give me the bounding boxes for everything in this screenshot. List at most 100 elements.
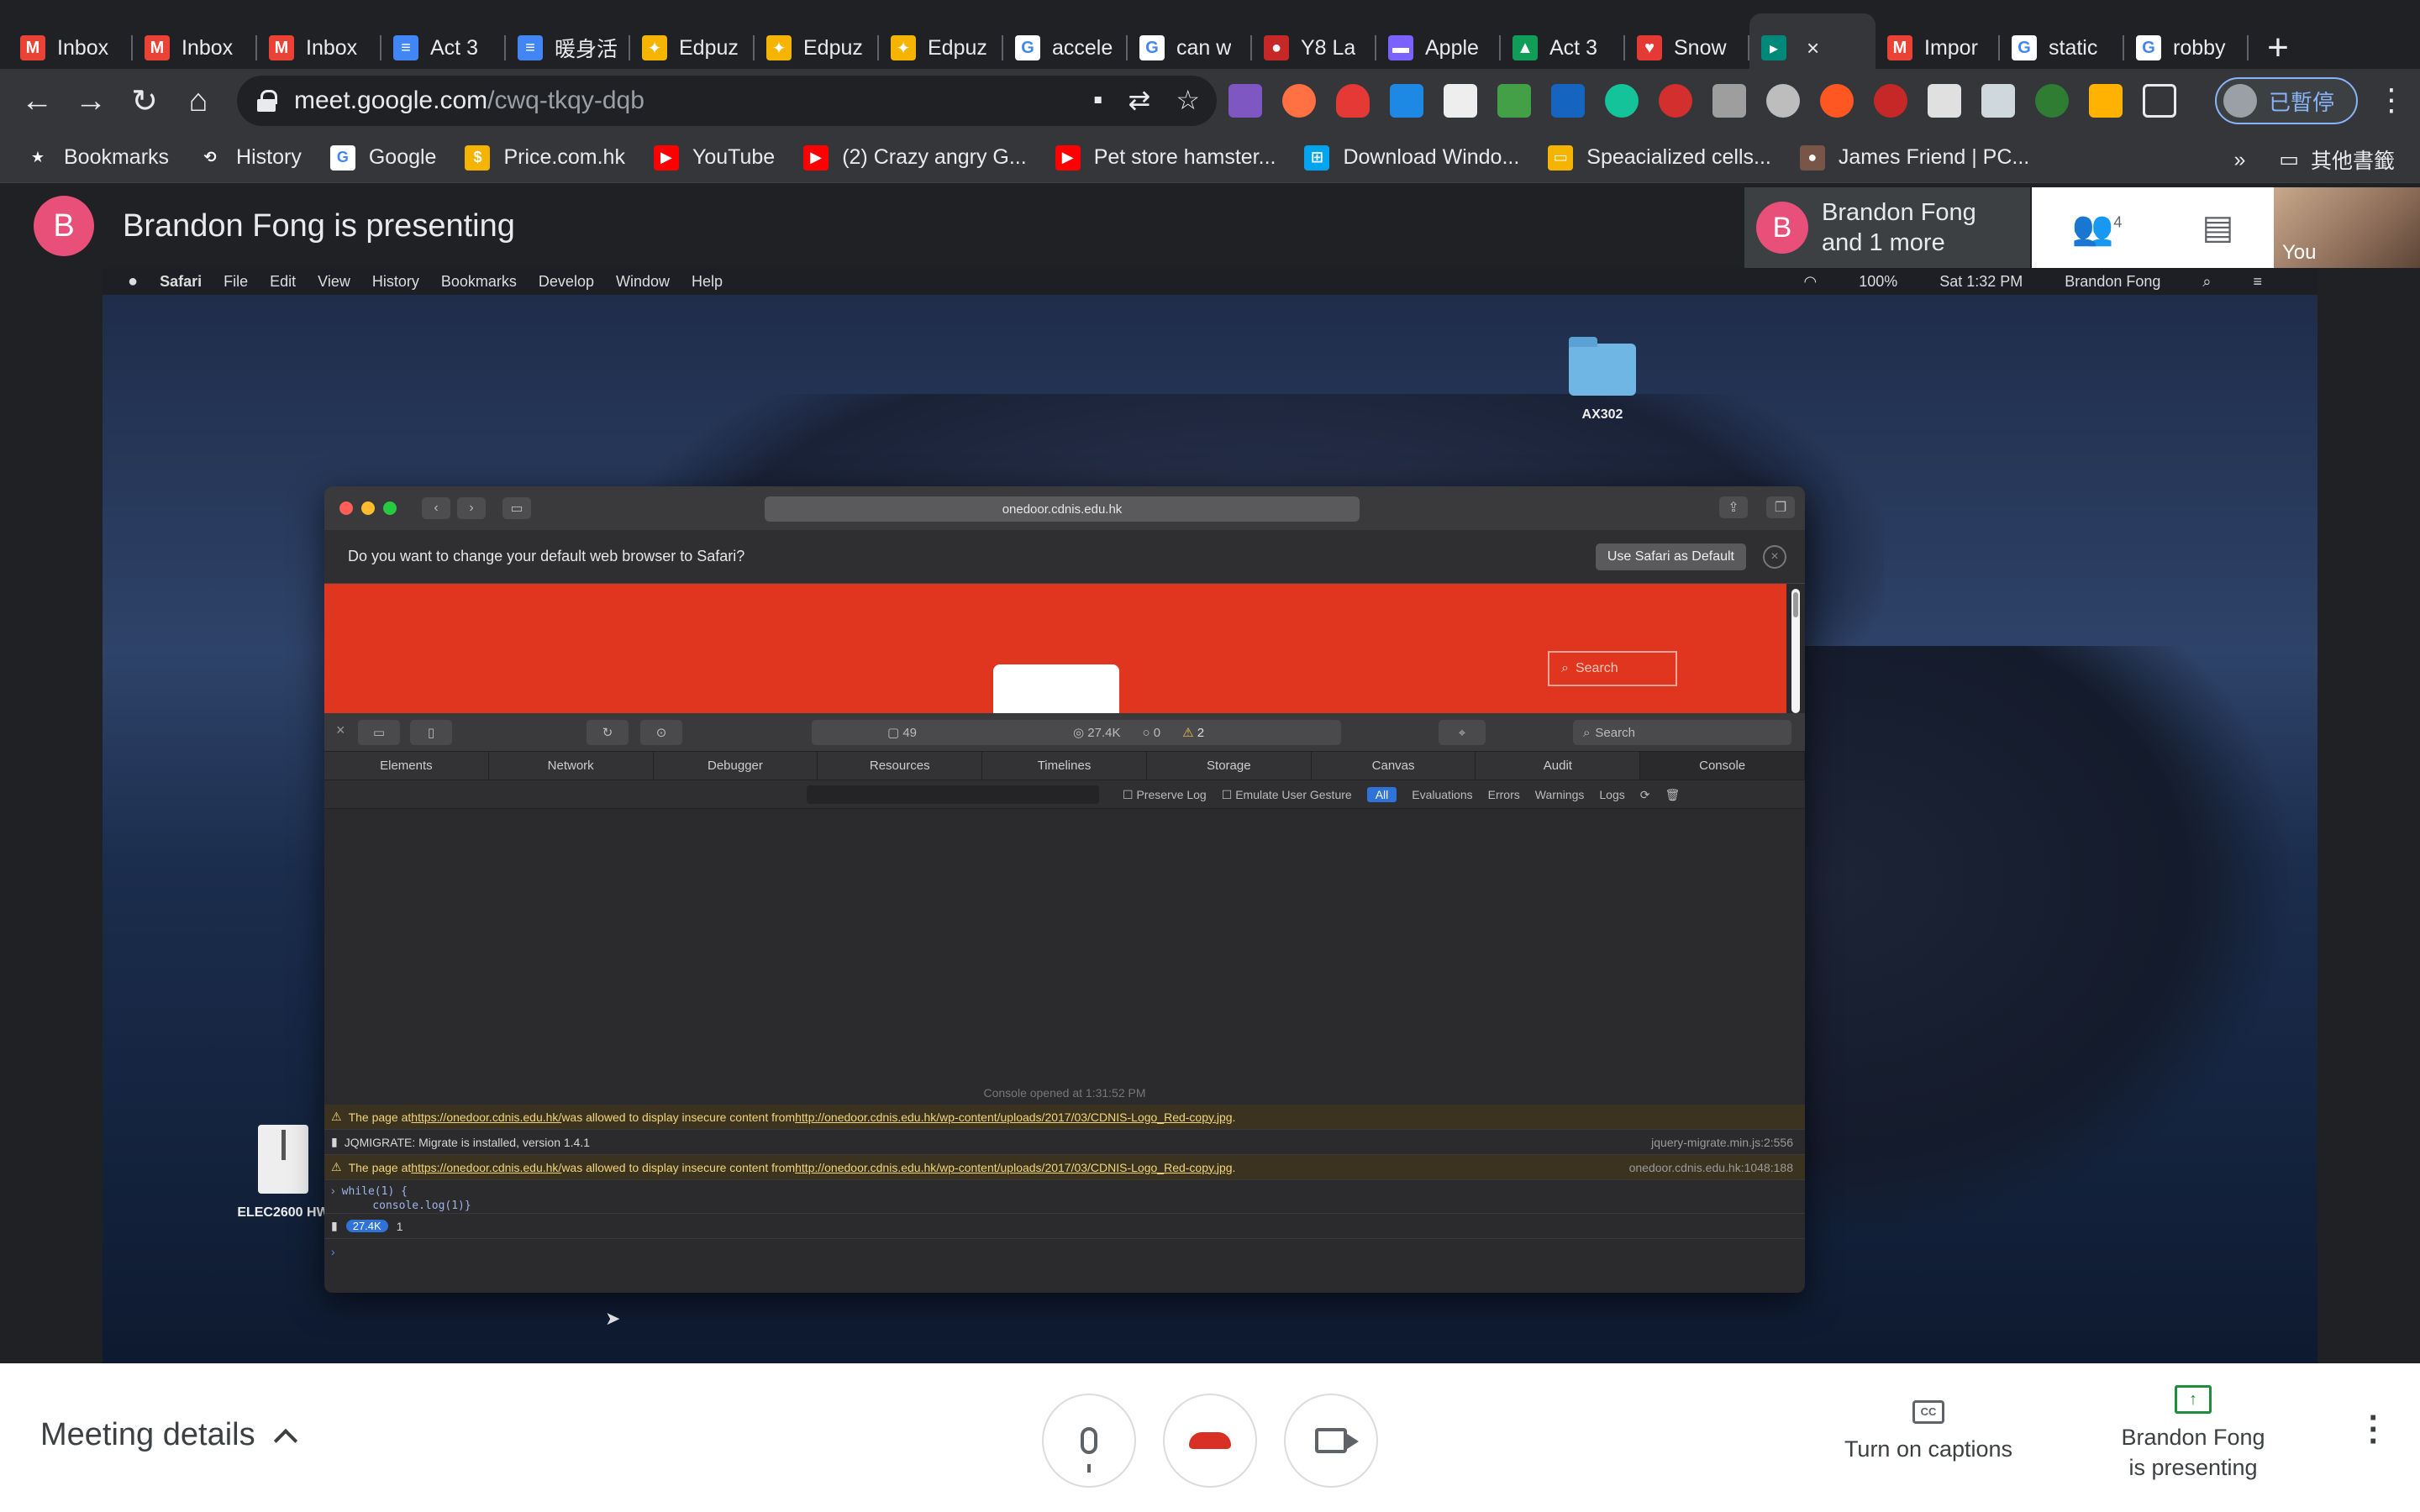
filter-warnings[interactable]: Warnings <box>1535 788 1585 801</box>
console-filter-input[interactable] <box>807 785 1099 804</box>
emulate-gesture-checkbox[interactable]: ☐ Emulate User Gesture <box>1222 788 1352 802</box>
bookmark-item[interactable]: $ Price.com.hk <box>465 144 625 171</box>
inspector-tab-resources[interactable]: Resources <box>818 752 983 780</box>
extension-icon[interactable] <box>1766 84 1800 118</box>
bookmark-item[interactable]: ● James Friend | PC... <box>1799 144 2029 171</box>
camera-icon[interactable]: ▪ <box>1093 84 1102 116</box>
bookmark-item[interactable]: ▶ Pet store hamster... <box>1055 144 1276 171</box>
use-safari-default-button[interactable]: Use Safari as Default <box>1595 543 1746 570</box>
close-inspector-icon[interactable]: × <box>336 722 345 739</box>
sidebar-button[interactable]: ▭ <box>502 497 531 519</box>
extension-icon[interactable] <box>2089 84 2123 118</box>
close-window-icon[interactable] <box>339 501 353 515</box>
microphone-button[interactable] <box>1042 1394 1136 1488</box>
media-control-icon[interactable] <box>2143 84 2176 118</box>
extension-icon[interactable] <box>1444 84 1477 118</box>
close-icon[interactable]: × <box>1763 545 1786 569</box>
scrollbar-thumb[interactable] <box>1793 592 1798 617</box>
participant-tile[interactable]: B Brandon Fong and 1 more <box>1744 187 2030 268</box>
grammarly-icon[interactable] <box>1605 84 1639 118</box>
extension-icon[interactable] <box>1336 84 1370 118</box>
extension-icon[interactable] <box>1228 84 1262 118</box>
element-selection-button[interactable]: ⌖ <box>1439 720 1486 745</box>
console-link[interactable]: https://onedoor.cdnis.edu.hk/ <box>411 1110 561 1124</box>
presenting-button[interactable]: ↑ Brandon Fong is presenting <box>2101 1385 2286 1483</box>
bookmark-star-icon[interactable]: ☆ <box>1176 84 1200 116</box>
inspector-tab-console[interactable]: Console <box>1640 752 1805 780</box>
site-logo[interactable] <box>993 664 1119 713</box>
people-button[interactable]: 👥4 <box>2072 208 2123 248</box>
leave-call-button[interactable] <box>1163 1394 1257 1488</box>
inspector-tab-storage[interactable]: Storage <box>1147 752 1312 780</box>
tabs-button[interactable]: ❐ <box>1766 496 1795 518</box>
filter-evaluations[interactable]: Evaluations <box>1412 788 1472 801</box>
bookmark-item[interactable]: ▶ YouTube <box>653 144 775 171</box>
filter-errors[interactable]: Errors <box>1488 788 1520 801</box>
more-options-button[interactable]: · · · <box>2369 1401 2380 1458</box>
bookmark-item[interactable]: ⟲ History <box>197 144 302 171</box>
extension-icon[interactable] <box>1390 84 1423 118</box>
bookmark-item[interactable]: G Google <box>329 144 436 171</box>
extension-icon[interactable] <box>1712 84 1746 118</box>
more-bookmarks-icon[interactable]: » <box>2233 148 2245 172</box>
extension-icon[interactable] <box>1874 84 1907 118</box>
address-bar[interactable]: meet.google.com/cwq-tkqy-dqb ▪ ⇄ ☆ <box>237 76 1217 126</box>
bookmark-item[interactable]: ⊞ Download Windo... <box>1304 144 1519 171</box>
log-source-link[interactable]: onedoor.cdnis.edu.hk:1048:188 <box>1629 1161 1793 1174</box>
chrome-menu-button[interactable]: ⋮ <box>2376 82 2407 118</box>
back-button[interactable]: ← <box>10 74 64 128</box>
console-link[interactable]: https://onedoor.cdnis.edu.hk/ <box>411 1161 561 1174</box>
mac-menu-item[interactable]: View <box>318 273 350 291</box>
extension-icon[interactable] <box>1981 84 2015 118</box>
extension-icon[interactable] <box>2035 84 2069 118</box>
close-tab-icon[interactable]: × <box>1807 35 1819 61</box>
inspector-tab-audit[interactable]: Audit <box>1476 752 1641 780</box>
mac-menu-item[interactable]: Window <box>616 273 670 291</box>
inspector-tab-timelines[interactable]: Timelines <box>982 752 1147 780</box>
reload-page-button[interactable]: ↻ <box>587 720 629 745</box>
safari-back-button[interactable]: ‹ <box>422 497 450 519</box>
chat-button[interactable]: ▤ <box>2202 208 2234 247</box>
download-archive-button[interactable]: ⊙ <box>640 720 682 745</box>
meeting-details-button[interactable]: Meeting details <box>40 1417 297 1453</box>
console-link[interactable]: http://onedoor.cdnis.edu.hk/wp-content/u… <box>795 1110 1232 1124</box>
inspector-dashboard[interactable]: ▢ 49 ◎ 27.4K ○ 0 ⚠ 2 <box>812 720 1341 745</box>
log-source-link[interactable]: jquery-migrate.min.js:2:556 <box>1651 1136 1793 1149</box>
translate-icon[interactable]: ⇄ <box>1128 84 1151 116</box>
safari-address-bar[interactable]: onedoor.cdnis.edu.hk <box>765 496 1360 522</box>
captions-button[interactable]: CC Turn on captions <box>1832 1400 2025 1464</box>
console-prompt[interactable]: › <box>324 1239 1805 1264</box>
bookmark-item[interactable]: ★ Bookmarks <box>25 144 169 171</box>
extension-icon[interactable] <box>1659 84 1692 118</box>
inspector-search-input[interactable]: ⌕ Search <box>1573 720 1791 745</box>
bookmark-item[interactable]: ▭ Speacialized cells... <box>1548 144 1771 171</box>
filter-all[interactable]: All <box>1366 787 1397 802</box>
mac-menu-item[interactable]: File <box>224 273 248 291</box>
mac-menu-item[interactable]: Bookmarks <box>441 273 517 291</box>
mac-menu-item[interactable]: Develop <box>539 273 594 291</box>
dock-side-button[interactable]: ▯ <box>410 720 452 745</box>
inspector-tab-network[interactable]: Network <box>489 752 654 780</box>
preserve-log-checkbox[interactable]: ☐ Preserve Log <box>1123 788 1207 802</box>
reload-button[interactable]: ↻ <box>118 74 171 128</box>
share-button[interactable]: ⇪ <box>1719 496 1748 518</box>
home-button[interactable]: ⌂ <box>171 74 225 128</box>
inspector-tab-canvas[interactable]: Canvas <box>1312 752 1476 780</box>
dock-bottom-button[interactable]: ▭ <box>358 720 400 745</box>
minimize-window-icon[interactable] <box>361 501 375 515</box>
self-view-video[interactable]: You <box>2274 187 2420 268</box>
extension-icon[interactable] <box>1497 84 1531 118</box>
trash-icon[interactable]: 🗑 <box>1665 788 1680 802</box>
camera-button[interactable] <box>1284 1394 1378 1488</box>
extension-icon[interactable] <box>1820 84 1854 118</box>
safari-forward-button[interactable]: › <box>457 497 486 519</box>
profile-button[interactable]: 已暫停 <box>2215 77 2358 124</box>
mac-menu-item[interactable]: Help <box>692 273 723 291</box>
extension-icon[interactable] <box>1928 84 1961 118</box>
forward-button[interactable]: → <box>64 74 118 128</box>
bookmark-item[interactable]: ▶ (2) Crazy angry G... <box>803 144 1027 171</box>
console-link[interactable]: http://onedoor.cdnis.edu.hk/wp-content/u… <box>795 1161 1232 1174</box>
mac-menu-item[interactable]: Edit <box>270 273 296 291</box>
filter-logs[interactable]: Logs <box>1599 788 1624 801</box>
extension-icon[interactable] <box>1551 84 1585 118</box>
